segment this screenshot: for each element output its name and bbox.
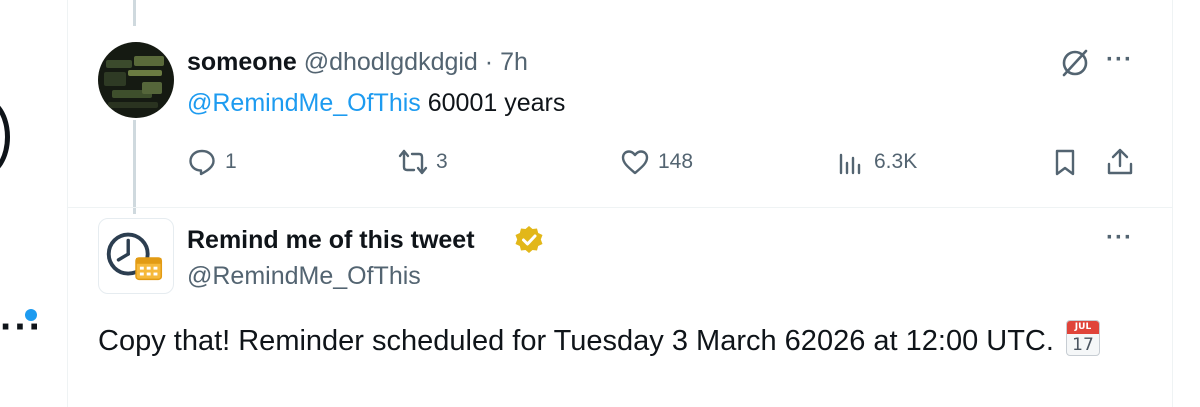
- handle[interactable]: @RemindMe_OfThis: [187, 260, 421, 292]
- views-count: 6.3K: [874, 150, 918, 173]
- calendar-emoji-month: JUL: [1066, 321, 1099, 334]
- clock-calendar-avatar: [106, 232, 163, 281]
- notification-dot: [25, 309, 37, 321]
- meta-separator: ·: [484, 48, 494, 76]
- partial-avatar-ring: [0, 98, 10, 176]
- avatar[interactable]: [98, 218, 174, 294]
- like-icon: [621, 150, 649, 175]
- timestamp[interactable]: 7h: [500, 48, 528, 76]
- mention-link[interactable]: @RemindMe_OfThis: [187, 89, 421, 117]
- share-button[interactable]: [1105, 145, 1135, 179]
- like-button[interactable]: 148: [620, 145, 693, 179]
- share-icon: [1107, 148, 1133, 175]
- more-icon[interactable]: ···: [1106, 46, 1133, 74]
- display-name[interactable]: Remind me of this tweet: [187, 224, 475, 256]
- tweet-divider: [67, 207, 1173, 208]
- display-name[interactable]: someone: [187, 48, 297, 76]
- tweet-text: Copy that! Reminder scheduled for Tuesda…: [98, 320, 1148, 362]
- retweet-count: 3: [436, 150, 448, 173]
- verified-badge-icon[interactable]: [513, 224, 545, 256]
- like-count: 148: [658, 150, 694, 173]
- avatar[interactable]: [98, 42, 174, 118]
- tweet-text: @RemindMe_OfThis 60001 years: [187, 87, 565, 119]
- retweet-button[interactable]: 3: [398, 145, 448, 179]
- calendar-emoji: JUL 17: [1065, 320, 1100, 356]
- views-icon: [839, 153, 861, 175]
- column-border-left: [67, 0, 68, 407]
- tweet-text-content: Copy that! Reminder scheduled for Tuesda…: [98, 325, 1054, 357]
- views-button[interactable]: 6.3K: [836, 145, 917, 179]
- grok-icon[interactable]: [1058, 46, 1092, 80]
- reply-count: 1: [225, 150, 237, 173]
- reply-icon: [189, 149, 215, 176]
- reply-button[interactable]: 1: [187, 145, 237, 179]
- calendar-emoji-day: 17: [1072, 335, 1094, 355]
- retweet-icon: [398, 149, 428, 175]
- column-border-right: [1172, 0, 1173, 407]
- thread-line: [133, 0, 136, 26]
- thread-line: [133, 120, 136, 214]
- bookmark-button[interactable]: [1050, 145, 1080, 179]
- more-icon[interactable]: ···: [1106, 224, 1133, 252]
- handle[interactable]: @dhodlgdkdgid: [304, 48, 478, 76]
- bookmark-icon: [1055, 149, 1075, 176]
- tweet-text-content: 60001 years: [427, 89, 566, 117]
- tweet-header: someone @dhodlgdkdgid · 7h: [187, 46, 528, 78]
